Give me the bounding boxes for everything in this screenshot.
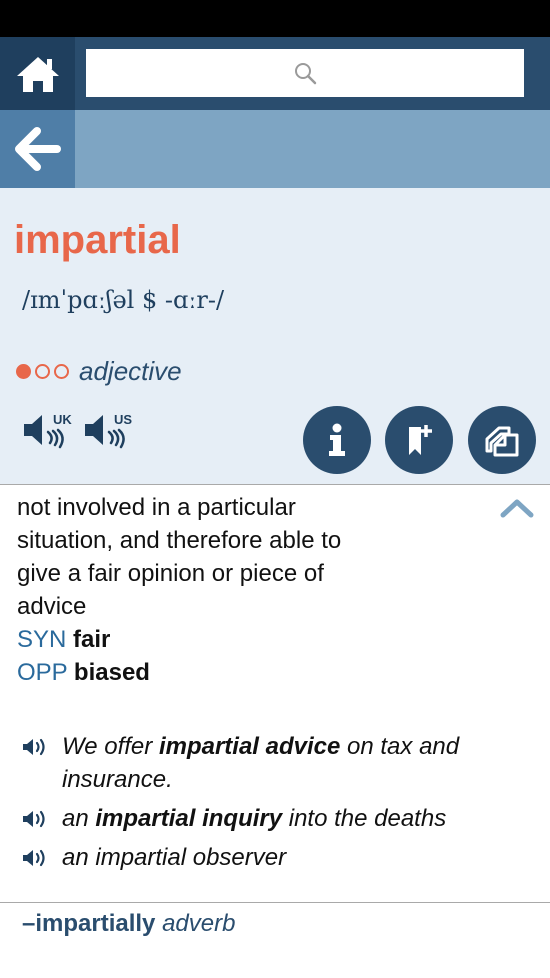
bookmark-add-button[interactable]: [385, 406, 453, 474]
run-on-pos: adverb: [162, 910, 236, 937]
svg-text:US: US: [114, 412, 132, 427]
info-icon: [329, 423, 345, 456]
divider: [0, 902, 550, 903]
synonym-row: SYN fair: [17, 623, 397, 656]
definition-line: give a fair opinion or piece of: [17, 560, 324, 587]
back-button[interactable]: [0, 110, 75, 188]
example-collocation: impartial advice: [158, 733, 341, 760]
divider: [0, 484, 550, 485]
example-sentence: We offer impartial advice on tax and ins…: [22, 730, 532, 796]
opp-label: OPP: [17, 659, 68, 686]
opposite-row: OPP biased: [17, 656, 397, 689]
svg-text:UK: UK: [53, 412, 72, 427]
definition-line: situation, and therefore able to: [17, 527, 342, 554]
example-text: We offer: [62, 733, 159, 760]
speaker-uk-icon: UK: [24, 412, 72, 449]
synonym-link[interactable]: fair: [73, 626, 110, 653]
run-on-entry[interactable]: –impartially adverb: [22, 910, 235, 938]
pronunciation: /ɪmˈpɑːʃəl $ -ɑːr-/: [22, 286, 225, 314]
examples: We offer impartial advice on tax and ins…: [22, 730, 532, 880]
search-input[interactable]: [86, 49, 524, 97]
example-sentence: an impartial observer: [22, 841, 532, 874]
frequency-dot-empty: [54, 364, 69, 379]
home-icon: [16, 56, 59, 92]
entry-header: impartial /ɪmˈpɑːʃəl $ -ɑːr-/ adjective …: [0, 188, 550, 484]
search-icon: [295, 63, 317, 85]
definition-line: advice: [17, 593, 87, 620]
run-on-word: –impartially: [22, 910, 156, 937]
back-bar: [0, 110, 550, 188]
definition: not involved in a particular situation, …: [17, 491, 397, 689]
speaker-us-icon: US: [85, 412, 132, 449]
example-text: an impartial observer: [62, 844, 287, 871]
bookmark-add-icon: [409, 425, 432, 455]
audio-uk-button[interactable]: UK: [22, 410, 80, 450]
headword: impartial: [14, 218, 181, 262]
speaker-icon[interactable]: [22, 848, 50, 868]
top-bar: [0, 37, 550, 110]
syn-label: SYN: [17, 626, 67, 653]
example-text: into the deaths: [282, 805, 447, 832]
copy-button[interactable]: [468, 406, 536, 474]
speaker-icon[interactable]: [22, 737, 50, 757]
example-text: an: [62, 805, 96, 832]
info-button[interactable]: [303, 406, 371, 474]
audio-us-button[interactable]: US: [83, 410, 141, 450]
frequency-dot-filled: [16, 364, 31, 379]
chevron-up-icon[interactable]: [500, 497, 534, 519]
example-collocation: impartial inquiry: [95, 805, 283, 832]
opposite-link[interactable]: biased: [74, 659, 150, 686]
frequency-row: adjective: [16, 356, 182, 387]
speaker-icon[interactable]: [22, 809, 50, 829]
example-sentence: an impartial inquiry into the deaths: [22, 802, 532, 835]
definition-line: not involved in a particular: [17, 494, 296, 521]
frequency-dot-empty: [35, 364, 50, 379]
part-of-speech: adjective: [79, 356, 182, 386]
copy-icon: [485, 426, 519, 457]
status-bar: [0, 0, 550, 37]
home-button[interactable]: [0, 37, 75, 110]
back-arrow-icon: [14, 127, 61, 171]
